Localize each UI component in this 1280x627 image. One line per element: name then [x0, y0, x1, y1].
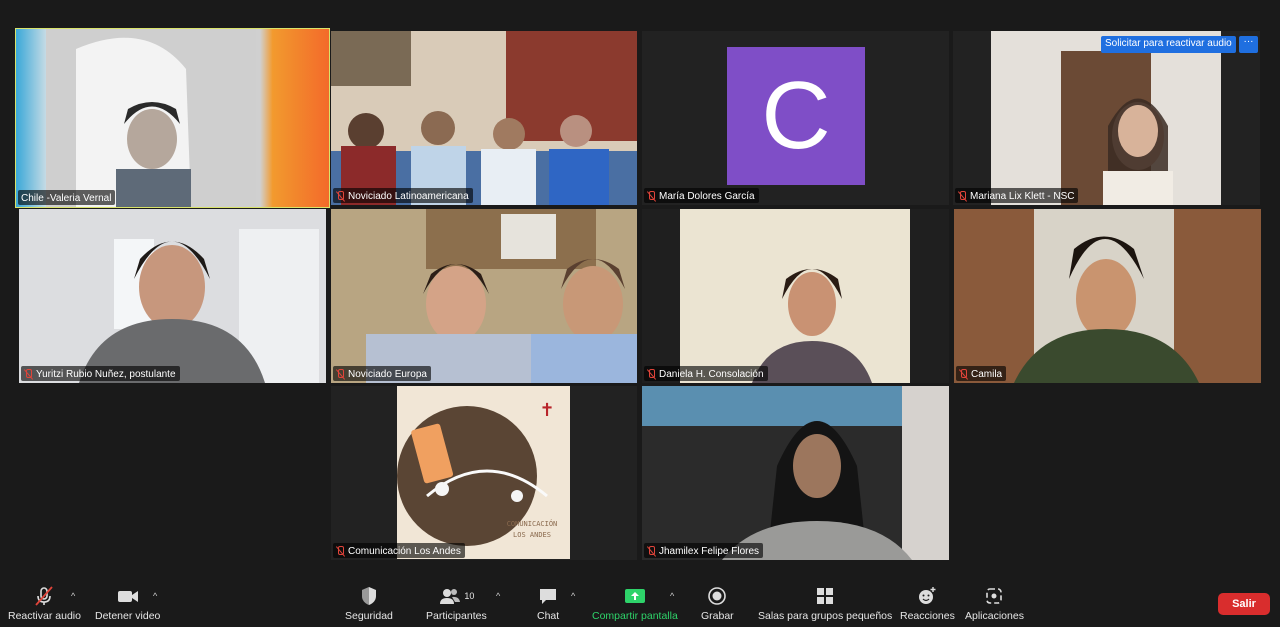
video-feed: [953, 31, 1260, 205]
headphones-photo: ✝ COMUNICACIÓN LOS ANDES: [397, 386, 570, 559]
share-screen-icon: [623, 585, 647, 607]
audio-options-caret[interactable]: ^: [71, 591, 75, 601]
muted-mic-icon: [24, 369, 33, 380]
chat-button[interactable]: Chat: [537, 585, 559, 622]
muted-mic-icon: [336, 546, 345, 557]
video-tile-valeria[interactable]: Chile -Valeria Vernal: [15, 28, 330, 208]
video-tile-maria-dolores[interactable]: C María Dolores García: [642, 31, 949, 205]
chat-bubble-icon: [537, 585, 559, 607]
participant-name-tag: Noviciado Latinoamericana: [333, 188, 473, 203]
video-feed: [642, 209, 949, 383]
logo-text-line2: LOS ANDES: [513, 531, 551, 539]
more-options-button[interactable]: ···: [1239, 36, 1258, 53]
breakout-rooms-button[interactable]: Salas para grupos pequeños: [758, 585, 892, 622]
request-unmute-button[interactable]: Solicitar para reactivar audio: [1101, 36, 1236, 53]
participants-button[interactable]: 10 Participantes: [426, 585, 487, 622]
video-tile-comunicacion-los-andes[interactable]: ✝ COMUNICACIÓN LOS ANDES Comunicación Lo…: [331, 386, 637, 560]
muted-mic-icon: [958, 191, 967, 202]
meeting-toolbar: Reactivar audio ^ Detener video ^ Seguri…: [0, 577, 1280, 627]
participant-name-tag: Comunicación Los Andes: [333, 543, 465, 558]
leave-meeting-button[interactable]: Salir: [1218, 593, 1270, 615]
muted-mic-icon: [647, 191, 656, 202]
svg-text:✝: ✝: [539, 400, 554, 421]
share-options-caret[interactable]: ^: [670, 591, 674, 601]
video-tile-jhamilex[interactable]: Jhamilex Felipe Flores: [642, 386, 949, 560]
muted-mic-icon: [336, 191, 345, 202]
video-options-caret[interactable]: ^: [153, 591, 157, 601]
muted-mic-icon: [647, 369, 656, 380]
share-screen-button[interactable]: Compartir pantalla: [592, 585, 678, 622]
video-feed: [16, 29, 329, 207]
participant-name-tag: Jhamilex Felipe Flores: [644, 543, 764, 558]
participant-name-tag: Chile -Valeria Vernal: [18, 190, 116, 205]
video-feed: [331, 209, 637, 383]
people-icon: 10: [438, 585, 474, 607]
video-feed: [642, 386, 949, 560]
participant-name-tag: Camila: [956, 366, 1007, 381]
logo-text-line1: COMUNICACIÓN: [507, 519, 558, 528]
video-tile-mariana[interactable]: Solicitar para reactivar audio ··· Maria…: [953, 31, 1260, 205]
video-tile-yuritzi[interactable]: Yuritzi Rubio Nuñez, postulante: [19, 209, 326, 383]
participant-name-tag: María Dolores García: [644, 188, 759, 203]
shield-icon: [359, 585, 379, 607]
video-feed: [954, 209, 1261, 383]
participants-count: 10: [464, 591, 475, 601]
emoji-icon: [916, 585, 938, 607]
video-feed: [331, 31, 637, 205]
muted-mic-icon: [336, 369, 345, 380]
chat-options-caret[interactable]: ^: [571, 591, 575, 601]
record-button[interactable]: Grabar: [701, 585, 734, 622]
video-tile-noviciado-latinoamericana[interactable]: Noviciado Latinoamericana: [331, 31, 637, 205]
video-feed: [19, 209, 326, 383]
video-tile-noviciado-europa[interactable]: Noviciado Europa: [331, 209, 637, 383]
muted-mic-icon: [647, 546, 656, 557]
participant-name-tag: Noviciado Europa: [333, 366, 431, 381]
record-icon: [706, 585, 728, 607]
profile-picture: ✝ COMUNICACIÓN LOS ANDES: [397, 386, 570, 559]
avatar: C: [727, 47, 865, 185]
video-tile-daniela[interactable]: Daniela H. Consolación: [642, 209, 949, 383]
participants-options-caret[interactable]: ^: [496, 591, 500, 601]
security-button[interactable]: Seguridad: [345, 585, 393, 622]
video-tile-camila[interactable]: Camila: [954, 209, 1261, 383]
participant-name-tag: Yuritzi Rubio Nuñez, postulante: [21, 366, 180, 381]
apps-icon: [983, 585, 1005, 607]
stop-video-button[interactable]: Detener video: [95, 585, 160, 622]
participant-name-tag: Mariana Lix Klett - NSC: [955, 188, 1079, 203]
apps-button[interactable]: Aplicaciones: [965, 585, 1024, 622]
grid-icon: [814, 585, 836, 607]
muted-mic-icon: [959, 369, 968, 380]
reactions-button[interactable]: Reacciones: [900, 585, 955, 622]
muted-microphone-icon: [33, 585, 55, 607]
participant-name-tag: Daniela H. Consolación: [644, 366, 768, 381]
video-camera-icon: [116, 585, 140, 607]
